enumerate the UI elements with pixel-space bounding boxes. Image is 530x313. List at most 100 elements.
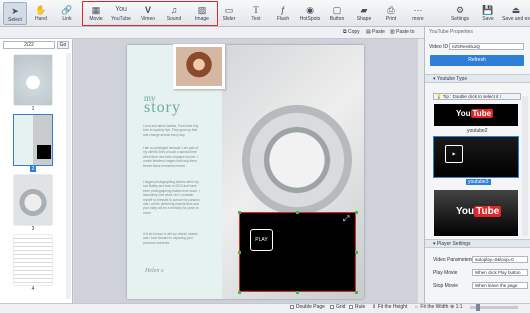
youtube-type-label: youtube2 <box>467 128 488 134</box>
shape-tool-button[interactable]: ▰ Shape <box>352 2 376 25</box>
youtube-type-option[interactable]: You Tube <box>434 104 518 126</box>
youtube-video-element[interactable] <box>239 212 356 292</box>
shape-icon: ▰ <box>360 5 368 15</box>
resize-handle[interactable] <box>296 291 299 294</box>
flash-tool-button[interactable]: ƒ Flash <box>271 2 295 25</box>
paste-button[interactable]: ▤ Paste <box>366 29 385 35</box>
more-tool-button[interactable]: ⋯ more <box>406 2 430 25</box>
exit-icon: ⏏ <box>511 5 521 15</box>
stop-movie-select[interactable]: When leave the page <box>472 282 528 289</box>
story-paragraph: I love and adore babies. From their tiny… <box>143 124 199 137</box>
vimeo-icon: V <box>144 5 151 15</box>
video-parameters-field[interactable]: autoplay=0&loop=0 <box>472 256 528 263</box>
video-play-button[interactable]: PLAY <box>250 229 273 251</box>
tip-box: 💡 Tip : Double click to select it ! <box>433 93 521 100</box>
photo-object <box>226 89 368 231</box>
double-page-toggle[interactable]: Double Page <box>290 304 325 310</box>
sound-tool-button[interactable]: ♫ Sound <box>162 2 186 25</box>
youtube-icon: You <box>115 6 127 13</box>
stop-movie-label: Stop Movie <box>433 283 459 289</box>
flash-icon: ƒ <box>280 5 286 15</box>
player-settings-header[interactable]: ▾ Player Settings <box>425 239 530 248</box>
save-and-exit-button[interactable]: ⏏ Save and ex <box>502 2 530 25</box>
youtube-type-header[interactable]: ▾ Youtube Type <box>425 74 530 83</box>
go-button[interactable]: Go <box>57 41 69 49</box>
portrait-photo[interactable] <box>173 44 225 89</box>
button-icon: ▢ <box>332 5 342 15</box>
page-thumbnail-2[interactable] <box>13 114 53 166</box>
zoom-slider-thumb[interactable] <box>476 304 480 311</box>
video-id-label: Video ID <box>429 44 449 50</box>
zoom-actual-button[interactable]: ⊕ 1:1 <box>450 304 463 310</box>
text-tool-button[interactable]: T Text <box>244 2 268 25</box>
film-icon: ▦ <box>91 5 101 15</box>
resize-handle[interactable] <box>238 291 241 294</box>
youtube-tool-button[interactable]: You YouTube <box>109 2 133 25</box>
thumbnail-number-selected: 2 <box>29 166 37 172</box>
youtube-logo: You Tube <box>456 109 494 118</box>
type-list-scrollbar[interactable] <box>522 96 528 236</box>
paste-to-button[interactable]: ▥ Paste to <box>390 29 414 35</box>
fit-width-button[interactable]: ⇔ Fit the Width <box>414 304 448 310</box>
play-movie-label: Play Movie <box>433 270 458 276</box>
gear-icon: ⚙ <box>455 5 465 15</box>
youtube-type-label-selected: youtube3 <box>466 179 491 185</box>
video-parameters-label: Video Parameters <box>433 257 473 263</box>
image-icon: ▨ <box>197 5 207 15</box>
page-thumbnails-panel: 2/22 Go 1 2 3 4 <box>0 39 73 303</box>
rule-toggle[interactable]: Rule <box>349 304 365 310</box>
music-icon: ♫ <box>170 5 178 15</box>
hotspots-tool-button[interactable]: ◉ HotSpots <box>298 2 322 25</box>
story-paragraph: I began photographing babies when my son… <box>143 180 200 215</box>
button-tool-button[interactable]: ▢ Button <box>325 2 349 25</box>
youtube-type-option-selected[interactable]: ▶ <box>433 136 519 178</box>
resize-handle[interactable] <box>238 211 241 214</box>
settings-button[interactable]: ⚙ Settings <box>448 2 472 25</box>
thumbnail-number: 1 <box>31 106 35 112</box>
print-tool-button[interactable]: ⎙ Print <box>379 2 403 25</box>
hotspot-icon: ◉ <box>306 5 314 15</box>
vimeo-tool-button[interactable]: V Vimeo <box>136 2 160 25</box>
lightbulb-icon: 💡 <box>436 94 443 99</box>
main-toolbar: ➤ Select ✋ Hand 🔗 Link ▦ Movie You YouTube VV… <box>0 0 530 27</box>
save-button[interactable]: 💾 Save <box>476 2 500 25</box>
image-tool-button[interactable]: ▨ Image <box>190 2 214 25</box>
story-title: my story <box>144 93 181 116</box>
hand-icon: ✋ <box>35 5 47 15</box>
resize-handle[interactable] <box>355 251 358 254</box>
slider-icon: ▭ <box>224 5 234 15</box>
page-thumbnail-4[interactable] <box>14 235 52 285</box>
select-tool-button[interactable]: ➤ Select <box>3 2 27 25</box>
checkbox-icon <box>290 304 294 309</box>
link-tool-button[interactable]: 🔗 Link <box>55 2 79 25</box>
youtube-type-option[interactable]: You Tube <box>434 190 518 236</box>
thumbnail-number: 3 <box>31 226 35 232</box>
resize-handle[interactable] <box>355 211 358 214</box>
hand-tool-button[interactable]: ✋ Hand <box>29 2 53 25</box>
story-paragraph: I am so privileged because I am part of … <box>143 146 198 168</box>
fullscreen-icon[interactable]: ⤢ <box>343 214 349 224</box>
resize-handle[interactable] <box>238 251 241 254</box>
refresh-button[interactable]: Refresh <box>430 55 524 66</box>
resize-handle[interactable] <box>355 291 358 294</box>
fit-height-button[interactable]: ⇕ Fit the Height <box>372 304 407 310</box>
copy-button[interactable]: ⧉ Copy <box>343 29 360 35</box>
thumbnail-video <box>37 145 51 159</box>
movie-tool-button[interactable]: ▦ Movie <box>84 2 108 25</box>
page-thumbnail-1[interactable] <box>14 55 52 105</box>
grid-toggle[interactable]: Grid <box>330 304 345 310</box>
text-icon: T <box>253 5 259 15</box>
resize-handle[interactable] <box>296 211 299 214</box>
signature: Helen x <box>145 268 164 274</box>
arrow-icon: ➤ <box>11 6 19 16</box>
thumbnails-scrollbar[interactable] <box>66 53 71 299</box>
save-icon: 💾 <box>482 5 494 15</box>
page-number-input[interactable]: 2/22 <box>3 41 55 49</box>
zoom-slider[interactable] <box>470 304 518 311</box>
story-paragraph: It is an honour to tell my clients' stor… <box>143 232 198 245</box>
video-id-field[interactable]: eZ5Ree8lLaQ <box>449 43 524 50</box>
thumbnail-number: 4 <box>31 286 35 292</box>
page-thumbnail-3[interactable] <box>14 175 52 225</box>
play-movie-select[interactable]: When click Play button <box>472 269 528 276</box>
slider-tool-button[interactable]: ▭ Slider <box>217 2 241 25</box>
